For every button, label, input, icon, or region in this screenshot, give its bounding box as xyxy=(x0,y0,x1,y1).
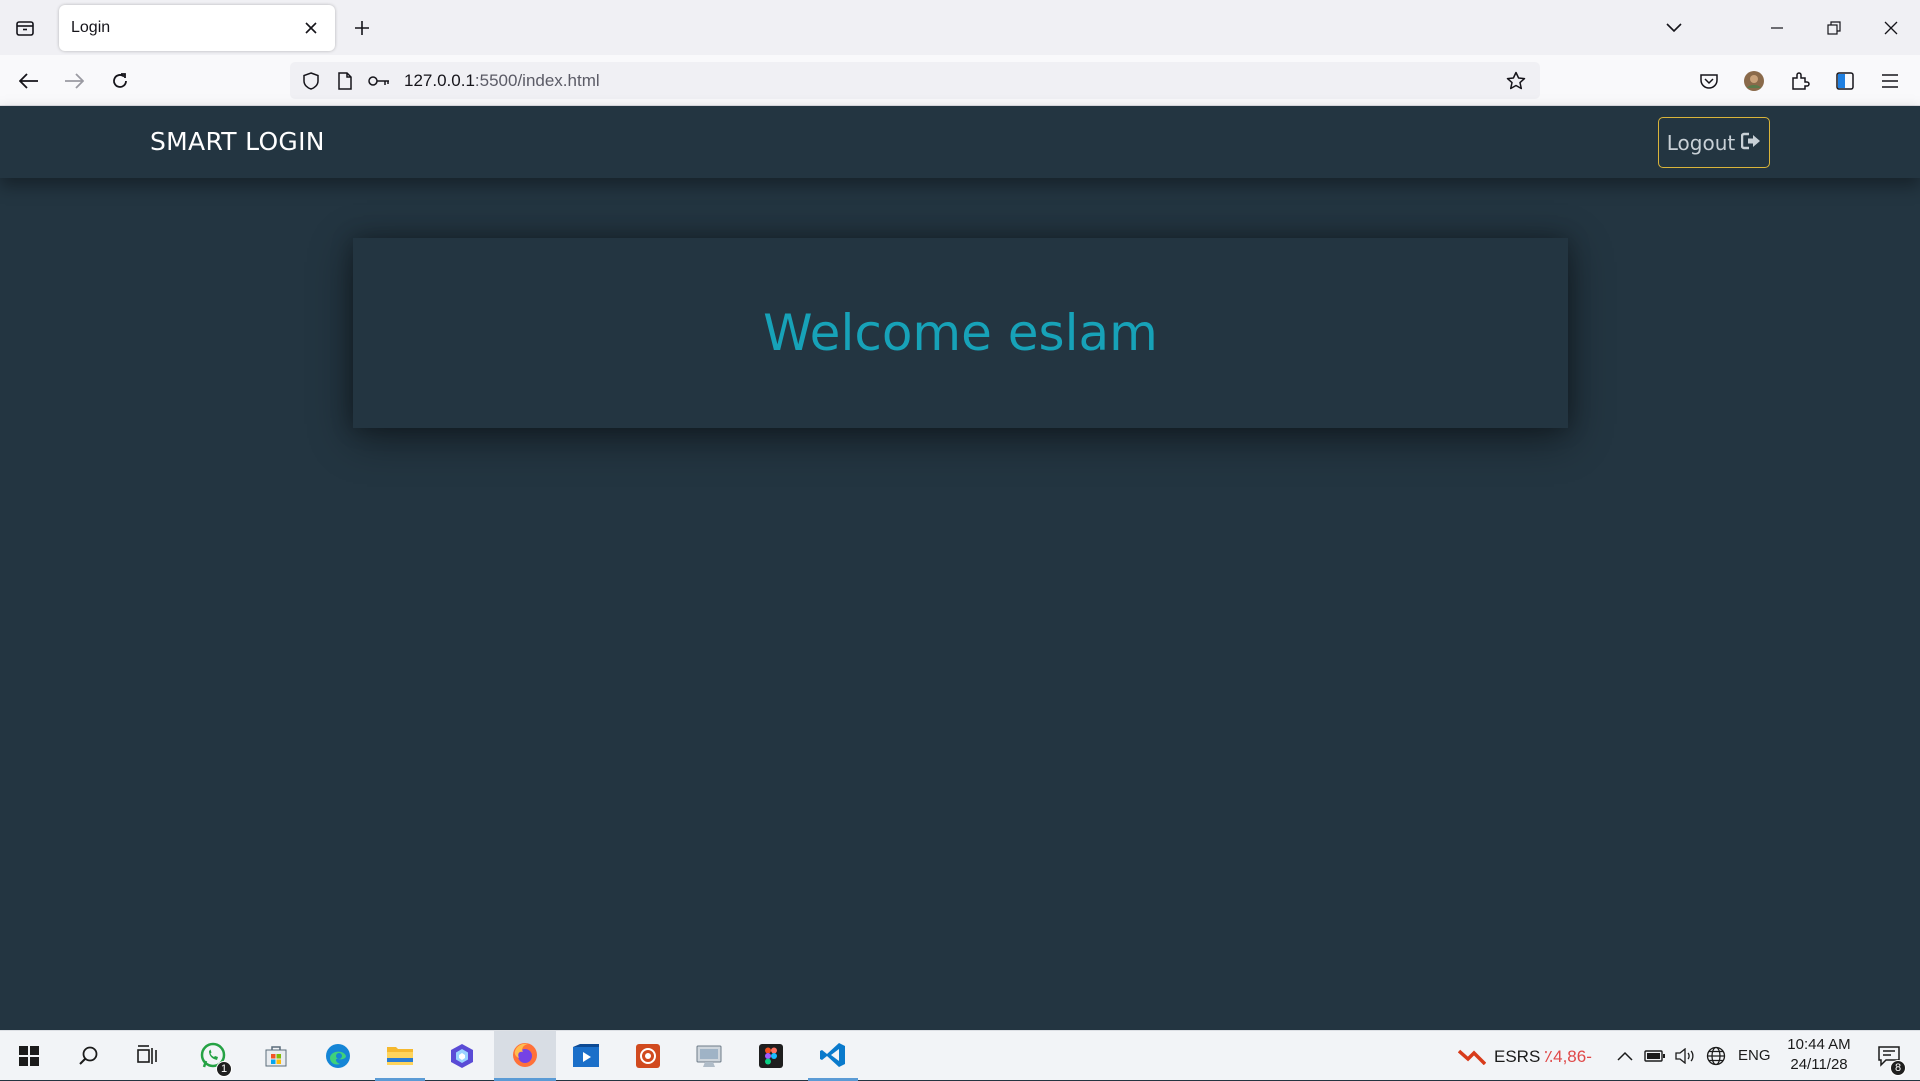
list-all-tabs-icon[interactable] xyxy=(1658,12,1690,44)
copilot-icon[interactable] xyxy=(437,1031,487,1081)
firefox-icon[interactable] xyxy=(494,1031,556,1081)
microsoft-store-icon[interactable] xyxy=(251,1031,301,1081)
search-icon[interactable] xyxy=(64,1031,114,1081)
sign-out-icon xyxy=(1740,131,1761,155)
remote-desktop-icon[interactable] xyxy=(684,1031,734,1081)
figma-icon[interactable] xyxy=(746,1031,796,1081)
screen-recorder-icon[interactable] xyxy=(623,1031,673,1081)
stock-ticker-name[interactable]: ESRS xyxy=(1494,1047,1540,1067)
edge-icon[interactable] xyxy=(313,1031,363,1081)
url-bar[interactable]: 127.0.0.1:5500/index.html xyxy=(290,62,1540,99)
browser-toolbar: 127.0.0.1:5500/index.html xyxy=(0,55,1920,106)
close-window-icon[interactable] xyxy=(1863,0,1919,55)
tracking-protection-shield-icon[interactable] xyxy=(294,62,328,99)
whatsapp-icon[interactable]: 1 xyxy=(188,1031,238,1081)
welcome-card: Welcome eslam xyxy=(353,238,1568,428)
new-tab-icon[interactable] xyxy=(346,12,378,44)
file-explorer-icon[interactable] xyxy=(375,1031,425,1081)
stock-ticker-value[interactable]: ٪4,86- xyxy=(1544,1047,1592,1067)
movies-tv-icon[interactable] xyxy=(561,1031,611,1081)
system-clock[interactable]: 10:44 AM 24/11/28 xyxy=(1780,1035,1858,1075)
url-host: 127.0.0.1 xyxy=(404,70,475,90)
sidebar-icon[interactable] xyxy=(1827,63,1863,99)
url-path: :5500/index.html xyxy=(474,70,600,90)
bookmark-star-icon[interactable] xyxy=(1500,65,1532,97)
hamburger-menu-icon[interactable] xyxy=(1872,63,1908,99)
account-avatar-icon[interactable] xyxy=(1736,63,1772,99)
back-arrow-icon[interactable] xyxy=(11,63,47,99)
logout-button[interactable]: Logout xyxy=(1658,117,1770,168)
forward-arrow-icon[interactable] xyxy=(56,63,92,99)
battery-icon[interactable] xyxy=(1640,1031,1670,1081)
task-view-icon[interactable] xyxy=(124,1031,174,1081)
stock-widget-icon[interactable] xyxy=(1452,1031,1492,1081)
key-permissions-icon[interactable] xyxy=(362,62,396,99)
clock-time: 10:44 AM xyxy=(1787,1036,1851,1053)
tab-login[interactable]: Login xyxy=(59,5,335,51)
tab-title: Login xyxy=(71,19,111,36)
minimize-icon[interactable] xyxy=(1749,0,1805,55)
site-brand[interactable]: SMART LOGIN xyxy=(150,127,325,156)
logout-label: Logout xyxy=(1666,130,1736,155)
notification-center-icon[interactable]: 8 xyxy=(1864,1031,1914,1081)
page-content: SMART LOGIN Logout Welcome eslam xyxy=(0,106,1920,1030)
close-tab-icon[interactable] xyxy=(299,16,323,40)
windows-taskbar: 1 ESRS ٪4,86- ENG 10:44 AM 24/11/28 8 xyxy=(0,1030,1920,1081)
welcome-heading: Welcome eslam xyxy=(763,304,1158,362)
reload-icon[interactable] xyxy=(102,63,138,99)
network-globe-icon[interactable] xyxy=(1701,1031,1731,1081)
input-language[interactable]: ENG xyxy=(1738,1047,1771,1064)
volume-icon[interactable] xyxy=(1670,1031,1700,1081)
site-navbar: SMART LOGIN Logout xyxy=(0,106,1920,178)
whatsapp-badge: 1 xyxy=(216,1061,232,1077)
page-info-icon[interactable] xyxy=(328,62,362,99)
extensions-puzzle-icon[interactable] xyxy=(1782,63,1818,99)
vscode-icon[interactable] xyxy=(808,1031,858,1081)
show-hidden-icons-chevron-icon[interactable] xyxy=(1610,1031,1640,1081)
browser-tab-bar: Login xyxy=(0,0,1920,55)
url-text: 127.0.0.1:5500/index.html xyxy=(404,71,600,91)
firefox-view-icon[interactable] xyxy=(0,0,50,55)
clock-date: 24/11/28 xyxy=(1790,1056,1848,1073)
restore-icon[interactable] xyxy=(1806,0,1862,55)
pocket-icon[interactable] xyxy=(1691,63,1727,99)
notifications-count-badge: 8 xyxy=(1890,1060,1906,1076)
windows-start-icon[interactable] xyxy=(4,1031,54,1081)
